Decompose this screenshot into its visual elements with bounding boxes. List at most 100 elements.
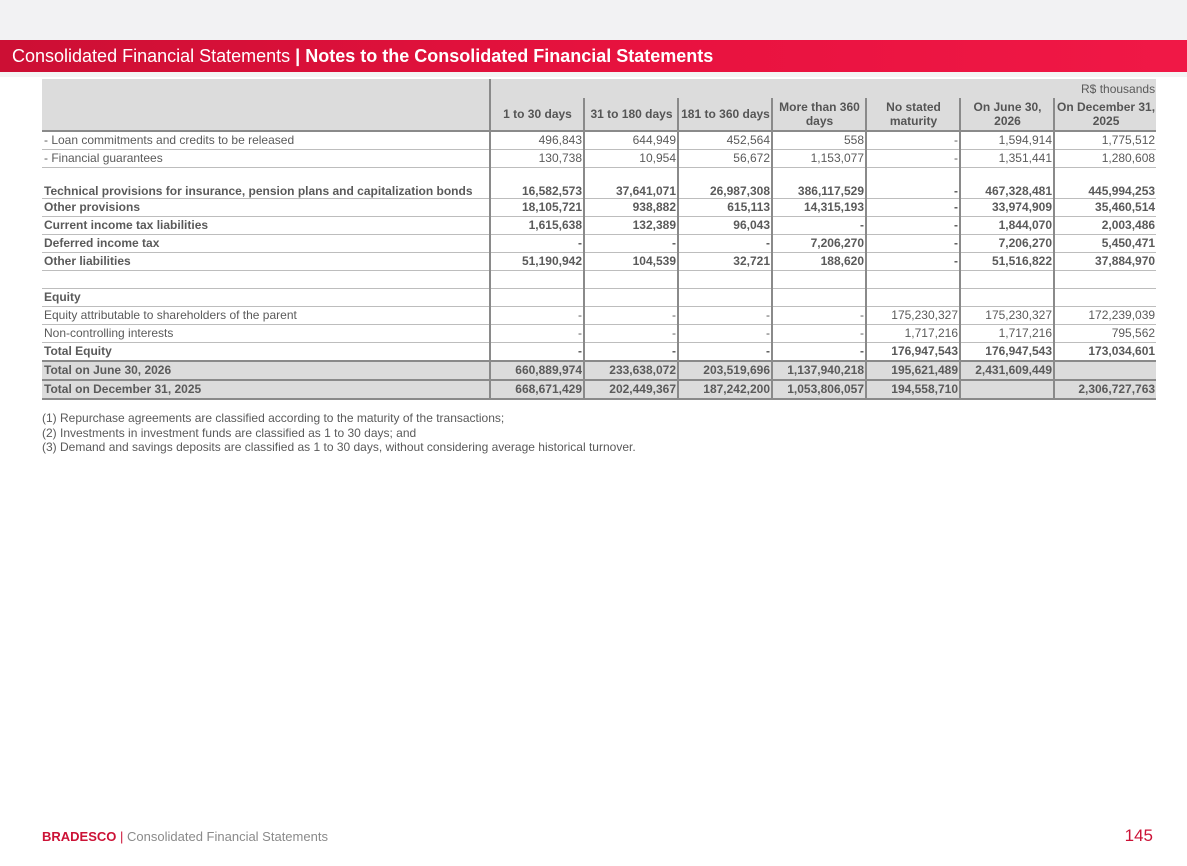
table-cell: 104,539	[583, 252, 678, 271]
table-cell: -	[583, 234, 678, 253]
table-cell: 33,974,909	[959, 198, 1054, 217]
table-cell: 2,431,609,449	[959, 360, 1054, 381]
table-cell: 32,721	[677, 252, 772, 271]
row-label: Equity	[42, 288, 490, 307]
table-cell: 1,844,070	[959, 216, 1054, 235]
table-row: Total on June 30, 2026 660,889,974 233,638…	[42, 360, 1157, 381]
footer-separator: |	[120, 829, 124, 844]
unit-row-blank	[42, 79, 490, 98]
table-cell: -	[771, 216, 866, 235]
table-row: Other liabilities 51,190,942 104,539 32,721…	[42, 252, 1157, 271]
table-cell: 172,239,039	[1052, 306, 1157, 325]
table-row: - Loan commitments and credits to be rel…	[42, 131, 1157, 150]
top-margin	[0, 0, 1187, 40]
table-cell: -	[865, 131, 960, 150]
page-footer: BRADESCO | Consolidated Financial Statem…	[42, 829, 328, 844]
column-header: No stated maturity	[865, 98, 960, 132]
table-cell	[959, 270, 1054, 289]
table-cell: -	[583, 342, 678, 362]
table-cell	[771, 270, 866, 289]
table-cell: 14,315,193	[771, 198, 866, 217]
row-label: Non-controlling interests	[42, 324, 490, 343]
row-label: - Loan commitments and credits to be rel…	[42, 131, 490, 150]
column-header: On June 30, 2026	[959, 98, 1054, 132]
table-cell	[865, 270, 960, 289]
table-cell: 96,043	[677, 216, 772, 235]
table-row: - Financial guarantees 130,738 10,954 56,67…	[42, 149, 1157, 168]
table-cell	[1052, 360, 1157, 381]
row-label: Technical provisions for insurance, pens…	[42, 167, 490, 199]
table-cell: 187,242,200	[677, 379, 772, 400]
table-cell: 2,003,486	[1052, 216, 1157, 235]
footnotes: (1) Repurchase agreements are classified…	[42, 411, 636, 455]
table-row: Technical provisions for insurance, pens…	[42, 167, 1157, 199]
table-cell: 938,882	[583, 198, 678, 217]
table-cell: 1,280,608	[1052, 149, 1157, 168]
table-cell	[583, 288, 678, 307]
table-cell: -	[583, 306, 678, 325]
table-cell: 1,053,806,057	[771, 379, 866, 400]
table-cell	[959, 288, 1054, 307]
row-label: - Financial guarantees	[42, 149, 490, 168]
row-label: Deferred income tax	[42, 234, 490, 253]
table-cell: 202,449,367	[583, 379, 678, 400]
unit-row-cell: R$ thousands	[488, 79, 1157, 98]
table-cell: 1,775,512	[1052, 131, 1157, 150]
table-cell: 1,594,914	[959, 131, 1054, 150]
row-label: Other liabilities	[42, 252, 490, 271]
header-blank	[42, 98, 490, 132]
table-cell: 1,153,077	[771, 149, 866, 168]
row-label: Other provisions	[42, 198, 490, 217]
table-cell	[865, 288, 960, 307]
table-cell: 188,620	[771, 252, 866, 271]
row-label: Current income tax liabilities	[42, 216, 490, 235]
table-cell: 51,190,942	[489, 252, 584, 271]
table-row: Current income tax liabilities 1,615,638 1…	[42, 216, 1157, 235]
table-cell: 37,884,970	[1052, 252, 1157, 271]
column-header: 1 to 30 days	[489, 98, 584, 132]
table-cell: -	[865, 234, 960, 253]
section-banner: Consolidated Financial Statements | Note…	[0, 40, 1187, 72]
table-cell	[771, 288, 866, 307]
table-cell: 37,641,071	[583, 167, 678, 199]
table-cell: 10,954	[583, 149, 678, 168]
table-cell	[677, 288, 772, 307]
table-cell: 467,328,481	[959, 167, 1054, 199]
table-cell: 615,113	[677, 198, 772, 217]
table-cell: 176,947,543	[959, 342, 1054, 362]
footer-text: Consolidated Financial Statements	[127, 829, 328, 844]
table-cell: 2,306,727,763	[1052, 379, 1157, 400]
banner-title: Consolidated Financial Statements	[12, 46, 291, 66]
table-row: Total Equity - - - -176,947,543 176,947,543 17…	[42, 342, 1157, 362]
table-cell: 132,389	[583, 216, 678, 235]
table-cell	[1052, 270, 1157, 289]
table-cell: -	[865, 216, 960, 235]
table-cell: 1,717,216	[865, 324, 960, 343]
table-cell: -	[771, 306, 866, 325]
table-cell: -	[865, 252, 960, 271]
table-cell: 233,638,072	[583, 360, 678, 381]
column-header: More than 360 days	[771, 98, 866, 132]
table-row: Deferred income tax - - -7,206,270-7,206,27…	[42, 234, 1157, 253]
table-cell	[959, 379, 1054, 400]
table-cell: -	[489, 306, 584, 325]
column-header: 181 to 360 days	[677, 98, 772, 132]
table-cell	[489, 288, 584, 307]
table-cell: -	[771, 342, 866, 362]
table-cell: 175,230,327	[865, 306, 960, 325]
table-cell: 35,460,514	[1052, 198, 1157, 217]
table-cell: 452,564	[677, 131, 772, 150]
table-cell: 1,615,638	[489, 216, 584, 235]
table-row: Equity attributable to shareholders of t…	[42, 306, 1157, 325]
table-row: Non-controlling interests - - - -1,717,216 1,…	[42, 324, 1157, 343]
table-cell: -	[583, 324, 678, 343]
table-cell: 18,105,721	[489, 198, 584, 217]
table-cell: 16,582,573	[489, 167, 584, 199]
footnote-2: (2) Investments in investment funds are …	[42, 425, 417, 440]
table-cell: 203,519,696	[677, 360, 772, 381]
table-cell: 1,351,441	[959, 149, 1054, 168]
table-cell: 644,949	[583, 131, 678, 150]
table-cell	[1052, 288, 1157, 307]
table-cell: -	[489, 324, 584, 343]
table-cell: 194,558,710	[865, 379, 960, 400]
